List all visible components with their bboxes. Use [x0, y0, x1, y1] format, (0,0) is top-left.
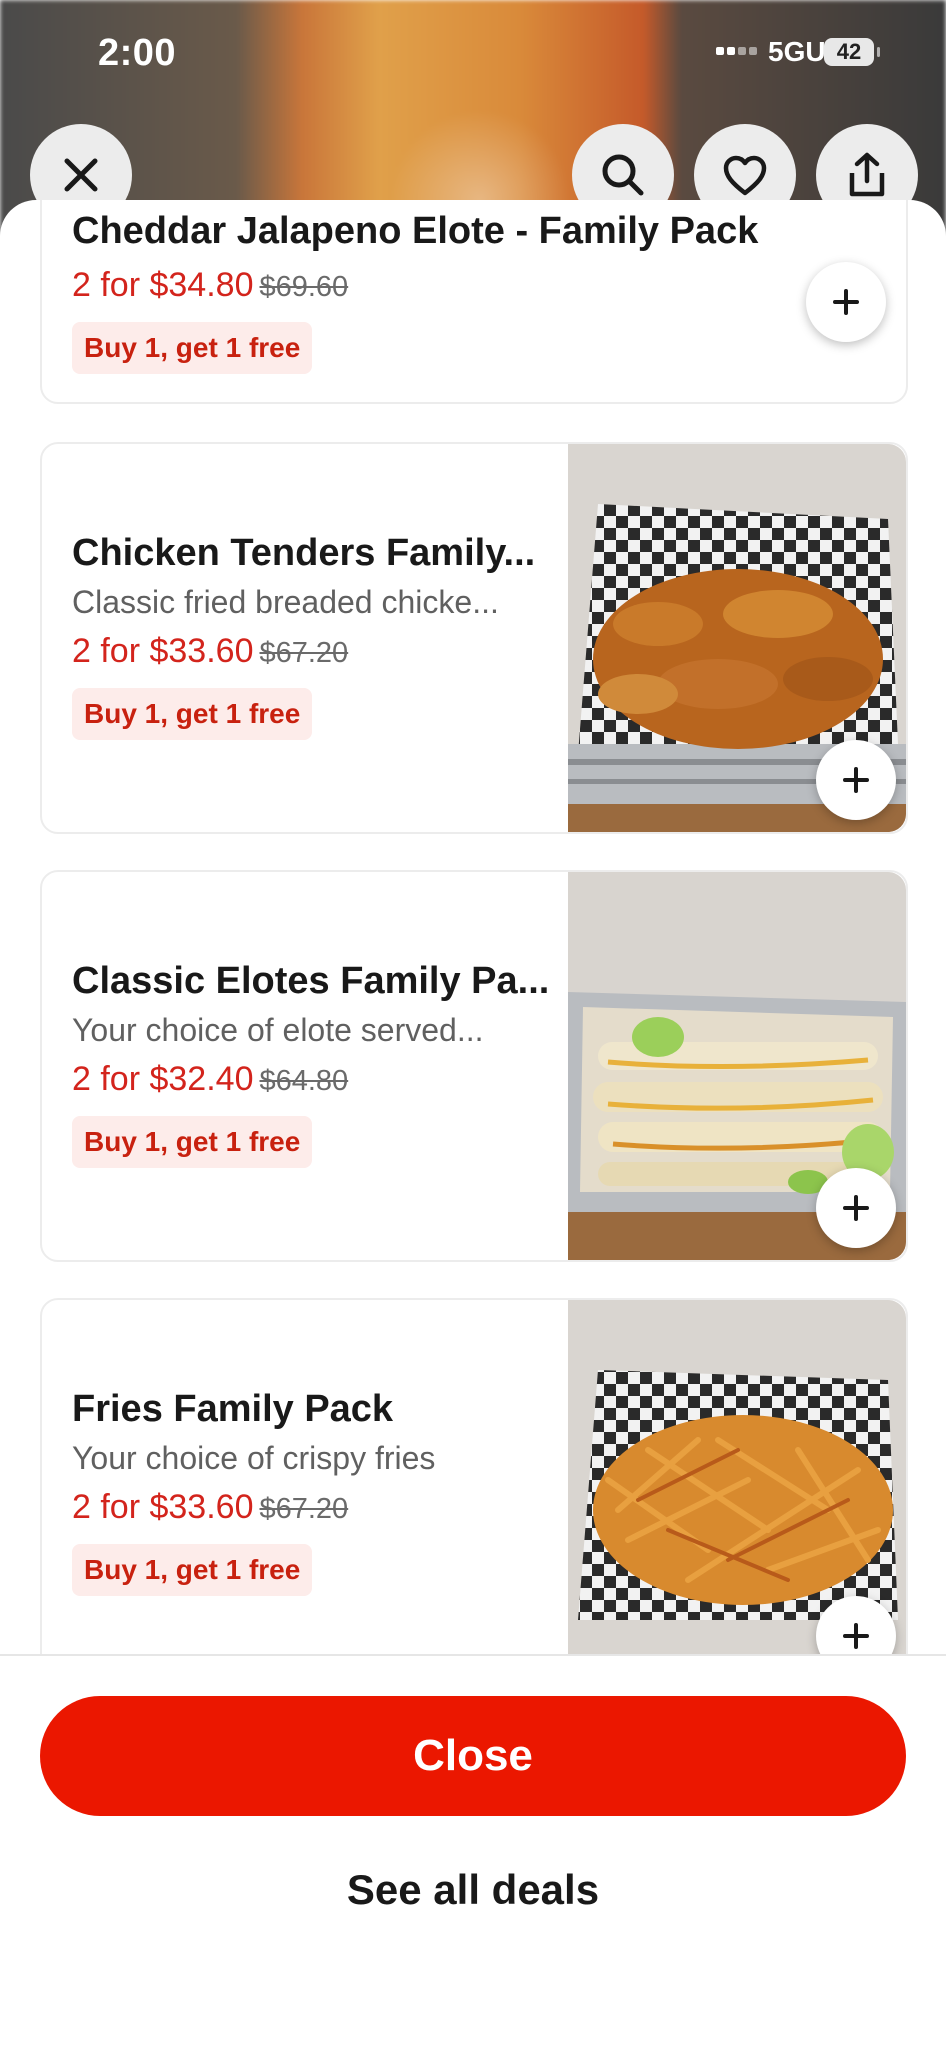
share-icon: [849, 152, 885, 197]
item-price: 2 for $33.60: [72, 1488, 254, 1526]
item-price: 2 for $32.40: [72, 1060, 254, 1098]
close-button[interactable]: Close: [40, 1696, 906, 1816]
battery-icon: 42: [824, 38, 880, 66]
heart-icon: [723, 155, 767, 196]
plus-icon: [843, 767, 869, 793]
item-price-row: 2 for $33.60 $67.20: [72, 632, 348, 671]
search-icon: [602, 154, 644, 196]
plus-icon: [843, 1623, 869, 1649]
item-description: Classic fried breaded chicke...: [72, 584, 499, 620]
item-price-row: 2 for $32.40 $64.80: [72, 1060, 348, 1099]
item-price-row: 2 for $34.80 $69.60: [72, 266, 348, 305]
item-price: 2 for $34.80: [72, 266, 254, 304]
deal-badge: Buy 1, get 1 free: [72, 322, 313, 374]
add-item-button[interactable]: [806, 262, 886, 342]
plus-icon: [843, 1195, 869, 1221]
deal-card-cheddar-jalapeno-elote[interactable]: Cheddar Jalapeno Elote - Family Pack 2 f…: [40, 200, 908, 404]
item-original-price: $64.80: [259, 1065, 349, 1097]
item-original-price: $67.20: [259, 1493, 349, 1525]
item-description: Your choice of elote served...: [72, 1012, 484, 1048]
add-item-button[interactable]: [816, 1168, 896, 1248]
sheet-footer: Close See all deals: [0, 1654, 946, 2048]
deals-list[interactable]: Cheddar Jalapeno Elote - Family Pack 2 f…: [0, 200, 946, 1654]
status-bar: 2:00 5GUC 42: [0, 0, 946, 110]
deal-card-classic-elotes[interactable]: Classic Elotes Family Pa... Your choice …: [40, 870, 908, 1262]
signal-icon: [716, 42, 760, 60]
deal-badge: Buy 1, get 1 free: [72, 688, 313, 740]
status-time: 2:00: [98, 32, 177, 74]
item-title: Cheddar Jalapeno Elote - Family Pack: [72, 210, 759, 252]
see-all-deals-link[interactable]: See all deals: [0, 1866, 946, 1914]
deal-badge: Buy 1, get 1 free: [72, 1116, 313, 1168]
deal-badge: Buy 1, get 1 free: [72, 1544, 313, 1596]
item-price-row: 2 for $33.60 $67.20: [72, 1488, 348, 1527]
item-original-price: $69.60: [259, 271, 349, 303]
plus-icon: [833, 289, 859, 315]
item-title: Classic Elotes Family Pa...: [72, 960, 550, 1002]
item-title: Fries Family Pack: [72, 1388, 394, 1430]
deal-card-fries[interactable]: Fries Family Pack Your choice of crispy …: [40, 1298, 908, 1654]
item-description: Your choice of crispy fries: [72, 1440, 436, 1476]
close-icon: [64, 158, 98, 192]
battery-level: 42: [836, 39, 862, 64]
deals-sheet: Cheddar Jalapeno Elote - Family Pack 2 f…: [0, 200, 946, 2048]
item-title: Chicken Tenders Family...: [72, 532, 536, 574]
add-item-button[interactable]: [816, 740, 896, 820]
deal-card-chicken-tenders[interactable]: Chicken Tenders Family... Classic fried …: [40, 442, 908, 834]
item-price: 2 for $33.60: [72, 632, 254, 670]
item-original-price: $67.20: [259, 637, 349, 669]
